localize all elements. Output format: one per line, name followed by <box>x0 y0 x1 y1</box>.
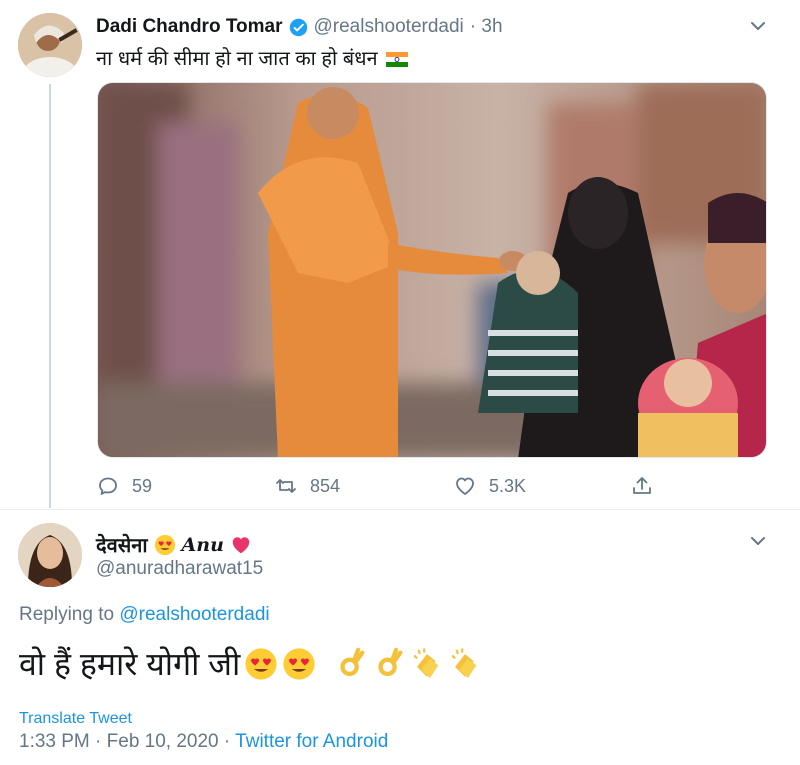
reply-icon <box>99 477 117 495</box>
replying-label: Replying to <box>19 604 115 625</box>
reply-author-name-text: देवसेना <box>96 535 148 557</box>
reply-meta: 1:33 PM · Feb 10, 2020 · Twitter for And… <box>19 731 388 753</box>
translate-tweet-link[interactable]: Translate Tweet <box>19 710 132 728</box>
share-icon <box>633 477 651 494</box>
sparkling-heart-icon <box>230 534 252 556</box>
author-avatar[interactable] <box>18 13 82 77</box>
heart-eyes-emoji-icon <box>282 647 316 681</box>
ok-hand-emoji-icon <box>334 647 368 681</box>
retweet-button[interactable]: 854 <box>274 472 340 500</box>
share-button[interactable] <box>630 472 654 500</box>
reply-text-content: वो हैं हमारे योगी जी <box>19 646 241 682</box>
reply-count: 59 <box>132 475 153 496</box>
verified-badge-icon <box>289 18 308 37</box>
india-flag-icon <box>385 50 408 67</box>
reply-timestamp[interactable]: 1:33 PM · Feb 10, 2020 · <box>19 731 235 752</box>
reply-text: वो हैं हमारे योगी जी <box>19 642 482 685</box>
retweet-count: 854 <box>310 475 341 496</box>
tweet-separator <box>0 509 800 510</box>
reply-author-avatar[interactable] <box>18 523 82 587</box>
tweet-actions: 59 854 5.3K <box>96 472 676 500</box>
author-handle[interactable]: @realshooterdadi <box>314 16 464 38</box>
heart-eyes-emoji-icon <box>244 647 278 681</box>
chevron-down-icon[interactable] <box>748 16 768 36</box>
reply-button[interactable]: 59 <box>96 472 152 500</box>
original-tweet[interactable]: Dadi Chandro Tomar @realshooterdadi · 3h… <box>0 0 800 510</box>
chevron-down-icon[interactable] <box>748 531 768 551</box>
reply-author-name[interactable]: देवसेना Anu <box>96 531 252 558</box>
heart-icon <box>456 477 474 495</box>
like-button[interactable]: 5.3K <box>453 472 526 500</box>
tweet-text-content: ना धर्म की सीमा हो ना जात का हो बंधन <box>96 48 378 70</box>
tweet-text: ना धर्म की सीमा हो ना जात का हो बंधन <box>96 44 408 71</box>
reply-author-handle[interactable]: @anuradharawat15 <box>96 558 263 580</box>
tweet-photo[interactable] <box>97 82 767 458</box>
heart-eyes-emoji-icon <box>154 534 176 556</box>
author-name[interactable]: Dadi Chandro Tomar <box>96 16 283 38</box>
thread-line <box>49 84 51 508</box>
ok-hand-emoji-icon <box>372 647 406 681</box>
reply-source-link[interactable]: Twitter for Android <box>235 731 388 752</box>
clapping-hands-emoji-icon <box>410 647 444 681</box>
like-count: 5.3K <box>489 475 527 496</box>
replying-handle-link[interactable]: @realshooterdadi <box>119 604 269 625</box>
tweet-time[interactable]: · 3h <box>470 16 503 38</box>
reply-author-suffix: Anu <box>181 533 224 556</box>
tweet-header: Dadi Chandro Tomar @realshooterdadi · 3h <box>96 16 503 38</box>
replying-to: Replying to @realshooterdadi <box>19 604 270 626</box>
clapping-hands-emoji-icon <box>448 647 482 681</box>
retweet-icon <box>276 479 296 493</box>
